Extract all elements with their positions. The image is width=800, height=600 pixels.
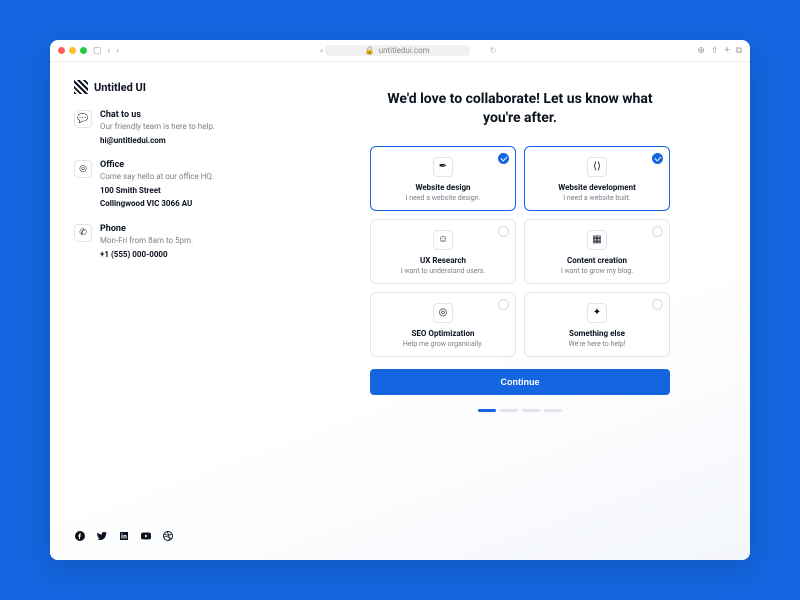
share-icon[interactable]: ⇧ [711, 46, 719, 56]
contact-subtitle: Mon-Fri from 8am to 5pm. [100, 236, 193, 245]
checkmark-icon [652, 299, 663, 310]
minimize-window-icon[interactable] [69, 47, 76, 54]
url-text: untitledui.com [379, 46, 430, 55]
social-links [74, 527, 284, 546]
option-content-creation[interactable]: ▦ Content creation I want to grow my blo… [524, 219, 670, 284]
contact-title: Phone [100, 224, 193, 234]
twitter-icon[interactable] [96, 527, 108, 546]
back-icon[interactable]: ‹ [108, 46, 111, 56]
contact-subtitle: Our friendly team is here to help. [100, 122, 215, 131]
download-icon[interactable]: ⊕ [697, 46, 705, 56]
youtube-icon[interactable] [140, 527, 152, 546]
layout-icon: ▦ [587, 230, 607, 250]
window-controls [58, 47, 87, 54]
facebook-icon[interactable] [74, 527, 86, 546]
option-seo[interactable]: ◎ SEO Optimization Help me grow organica… [370, 292, 516, 357]
page-headline: We'd love to collaborate! Let us know wh… [380, 90, 660, 128]
step-indicator [478, 409, 496, 412]
option-title: Website design [415, 183, 470, 192]
linkedin-icon[interactable] [118, 527, 130, 546]
checkmark-icon [498, 226, 509, 237]
step-indicator [522, 409, 540, 412]
option-subtitle: Help me grow organically. [403, 340, 483, 348]
refresh-icon[interactable]: ↻ [490, 46, 497, 55]
browser-chrome: ▢ ‹ › ◐ 🔒 untitledui.com ↻ ⊕ ⇧ + ⧉ [50, 40, 750, 62]
dribbble-icon[interactable] [162, 527, 174, 546]
brand-name: Untitled UI [94, 81, 146, 94]
forward-icon[interactable]: › [116, 46, 119, 56]
option-title: UX Research [420, 256, 466, 265]
target-icon: ◎ [433, 303, 453, 323]
pen-icon: ✒ [433, 157, 453, 177]
url-input[interactable]: 🔒 untitledui.com [325, 45, 470, 56]
code-icon: ⟨⟩ [587, 157, 607, 177]
option-other[interactable]: ✦ Something else We're here to help! [524, 292, 670, 357]
maximize-window-icon[interactable] [80, 47, 87, 54]
phone-icon: ✆ [74, 224, 92, 242]
url-bar: ◐ 🔒 untitledui.com ↻ [125, 45, 691, 56]
contact-subtitle: Come say hello at our office HQ. [100, 172, 214, 181]
checkmark-icon [498, 299, 509, 310]
lock-icon: 🔒 [365, 46, 375, 55]
chat-icon: 💬 [74, 110, 92, 128]
smile-icon: ☺ [433, 230, 453, 250]
contact-phone: ✆ Phone Mon-Fri from 8am to 5pm. +1 (555… [74, 224, 284, 260]
continue-button[interactable]: Continue [370, 369, 670, 395]
phone-number[interactable]: +1 (555) 000-0000 [100, 249, 193, 260]
checkmark-icon [652, 226, 663, 237]
step-indicator [544, 409, 562, 412]
step-indicator [500, 409, 518, 412]
option-title: SEO Optimization [412, 329, 475, 338]
option-website-development[interactable]: ⟨⟩ Website development I need a website … [524, 146, 670, 211]
contact-email[interactable]: hi@untitledui.com [100, 135, 215, 146]
sidebar-toggle-icon[interactable]: ▢ [93, 46, 102, 56]
contact-title: Office [100, 160, 214, 170]
checkmark-icon [652, 153, 663, 164]
option-title: Website development [558, 183, 636, 192]
option-grid: ✒ Website design I need a website design… [370, 146, 670, 357]
brand-logo[interactable]: Untitled UI [74, 80, 284, 94]
contact-title: Chat to us [100, 110, 215, 120]
address-line-2: Collingwood VIC 3066 AU [100, 198, 214, 209]
main-panel: We'd love to collaborate! Let us know wh… [314, 80, 726, 546]
option-title: Something else [569, 329, 625, 338]
page-content: Untitled UI 💬 Chat to us Our friendly te… [50, 62, 750, 560]
option-subtitle: We're here to help! [568, 340, 625, 348]
option-ux-research[interactable]: ☺ UX Research I want to understand users… [370, 219, 516, 284]
new-tab-icon[interactable]: + [724, 46, 729, 56]
sparkle-icon: ✦ [587, 303, 607, 323]
option-title: Content creation [567, 256, 627, 265]
contact-chat: 💬 Chat to us Our friendly team is here t… [74, 110, 284, 146]
address-line-1: 100 Smith Street [100, 185, 214, 196]
option-subtitle: I want to understand users. [401, 267, 486, 275]
option-subtitle: I need a website design. [406, 194, 481, 202]
tabs-icon[interactable]: ⧉ [736, 46, 742, 56]
browser-window: ▢ ‹ › ◐ 🔒 untitledui.com ↻ ⊕ ⇧ + ⧉ Untit… [50, 40, 750, 560]
contact-office: ◎ Office Come say hello at our office HQ… [74, 160, 284, 209]
option-subtitle: I need a website built. [563, 194, 630, 202]
close-window-icon[interactable] [58, 47, 65, 54]
logo-mark-icon [74, 80, 88, 94]
sidebar: Untitled UI 💬 Chat to us Our friendly te… [74, 80, 284, 546]
option-website-design[interactable]: ✒ Website design I need a website design… [370, 146, 516, 211]
option-subtitle: I want to grow my blog. [561, 267, 633, 275]
checkmark-icon [498, 153, 509, 164]
location-icon: ◎ [74, 160, 92, 178]
progress-steps [478, 409, 562, 412]
